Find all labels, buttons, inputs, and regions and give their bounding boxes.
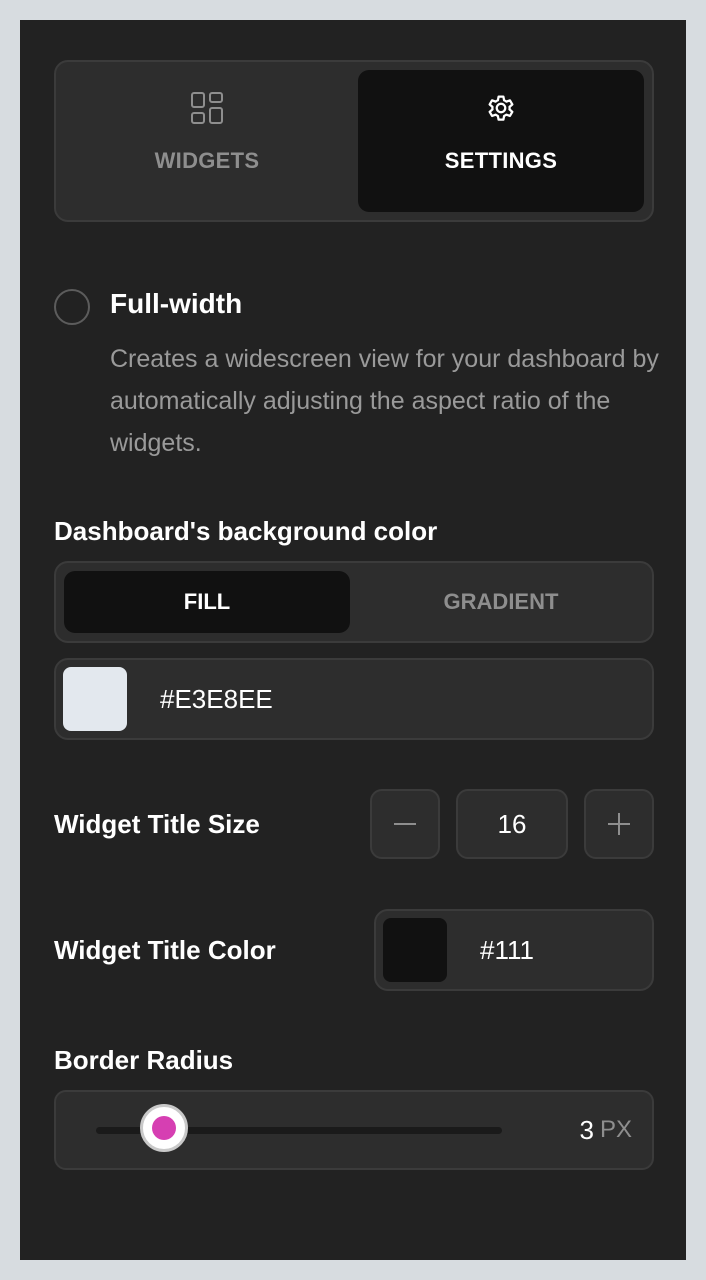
thumb-dot (151, 1116, 176, 1140)
background-color-label: Dashboard's background color (54, 516, 438, 546)
grid-icon (190, 88, 224, 128)
tab-widgets-label: WIDGETS (154, 148, 260, 173)
background-color-hex[interactable]: #E3E8EE (160, 660, 273, 738)
border-radius-slider-box: 3 PX (54, 1090, 654, 1170)
settings-panel: WIDGETS SETTINGS Full-width Creates a wi… (20, 20, 686, 1260)
title-color-label: Widget Title Color (54, 935, 276, 965)
full-width-description: Creates a widescreen view for your dashb… (110, 345, 659, 457)
background-mode-toggle: FILL GRADIENT (54, 561, 654, 643)
title-size-label: Widget Title Size (54, 809, 260, 839)
border-radius-unit: PX (599, 1116, 632, 1143)
title-size-value[interactable]: 16 (456, 789, 568, 859)
plus-icon (608, 813, 630, 835)
title-color-hex[interactable]: #111 (480, 911, 534, 989)
fill-mode-button[interactable]: FILL (64, 571, 350, 633)
title-color-input[interactable]: #111 (374, 909, 654, 991)
border-radius-label: Border Radius (54, 1045, 234, 1075)
tab-settings-label: SETTINGS (444, 148, 558, 173)
full-width-radio[interactable] (54, 289, 90, 325)
minus-icon (394, 823, 416, 825)
tab-settings[interactable]: SETTINGS (358, 70, 644, 212)
border-radius-value: 3 (579, 1114, 594, 1145)
full-width-title: Full-width (110, 288, 243, 319)
gradient-mode-button[interactable]: GRADIENT (358, 571, 644, 633)
border-radius-readout: 3 PX (580, 1092, 632, 1168)
background-color-input[interactable]: #E3E8EE (54, 658, 654, 740)
title-size-decrement-button[interactable] (370, 789, 440, 859)
title-size-increment-button[interactable] (584, 789, 654, 859)
background-color-swatch[interactable] (63, 667, 127, 731)
title-color-swatch[interactable] (383, 918, 447, 982)
gear-icon (484, 88, 518, 128)
panel-tabs: WIDGETS SETTINGS (54, 60, 654, 222)
tab-widgets[interactable]: WIDGETS (64, 70, 350, 212)
border-radius-thumb[interactable] (139, 1104, 188, 1152)
